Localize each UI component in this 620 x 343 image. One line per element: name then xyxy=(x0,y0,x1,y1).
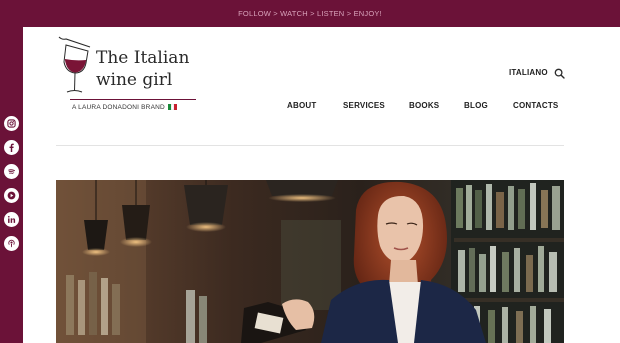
nav-blog[interactable]: BLOG xyxy=(464,101,488,110)
main-nav: ABOUT SERVICES BOOKS BLOG CONTACTS xyxy=(23,101,620,113)
logo-title-line1: The Italian xyxy=(96,48,190,68)
nav-about[interactable]: ABOUT xyxy=(287,101,316,110)
podcast-icon[interactable] xyxy=(4,236,19,251)
nav-books[interactable]: BOOKS xyxy=(409,101,439,110)
nav-services[interactable]: SERVICES xyxy=(343,101,385,110)
search-icon[interactable] xyxy=(554,66,565,79)
hero-photo xyxy=(56,180,564,343)
spotify-icon[interactable] xyxy=(4,164,19,179)
facebook-icon[interactable] xyxy=(4,140,19,155)
instagram-icon[interactable] xyxy=(4,116,19,131)
social-sidebar xyxy=(0,27,23,343)
header-divider xyxy=(56,145,564,146)
linkedin-icon[interactable] xyxy=(4,212,19,227)
banner-text[interactable]: FOLLOW > WATCH > LISTEN > ENJOY! xyxy=(238,9,382,18)
logo-title-line2: wine girl xyxy=(96,70,173,90)
logo-divider xyxy=(70,99,196,100)
language-switch[interactable]: ITALIANO xyxy=(509,68,548,77)
nav-contacts[interactable]: CONTACTS xyxy=(513,101,558,110)
top-banner: FOLLOW > WATCH > LISTEN > ENJOY! xyxy=(0,0,620,27)
youtube-icon[interactable] xyxy=(4,188,19,203)
wine-glass-icon xyxy=(58,36,91,93)
main-panel: The Italian wine girl A LAURA DONADONI B… xyxy=(23,27,620,343)
